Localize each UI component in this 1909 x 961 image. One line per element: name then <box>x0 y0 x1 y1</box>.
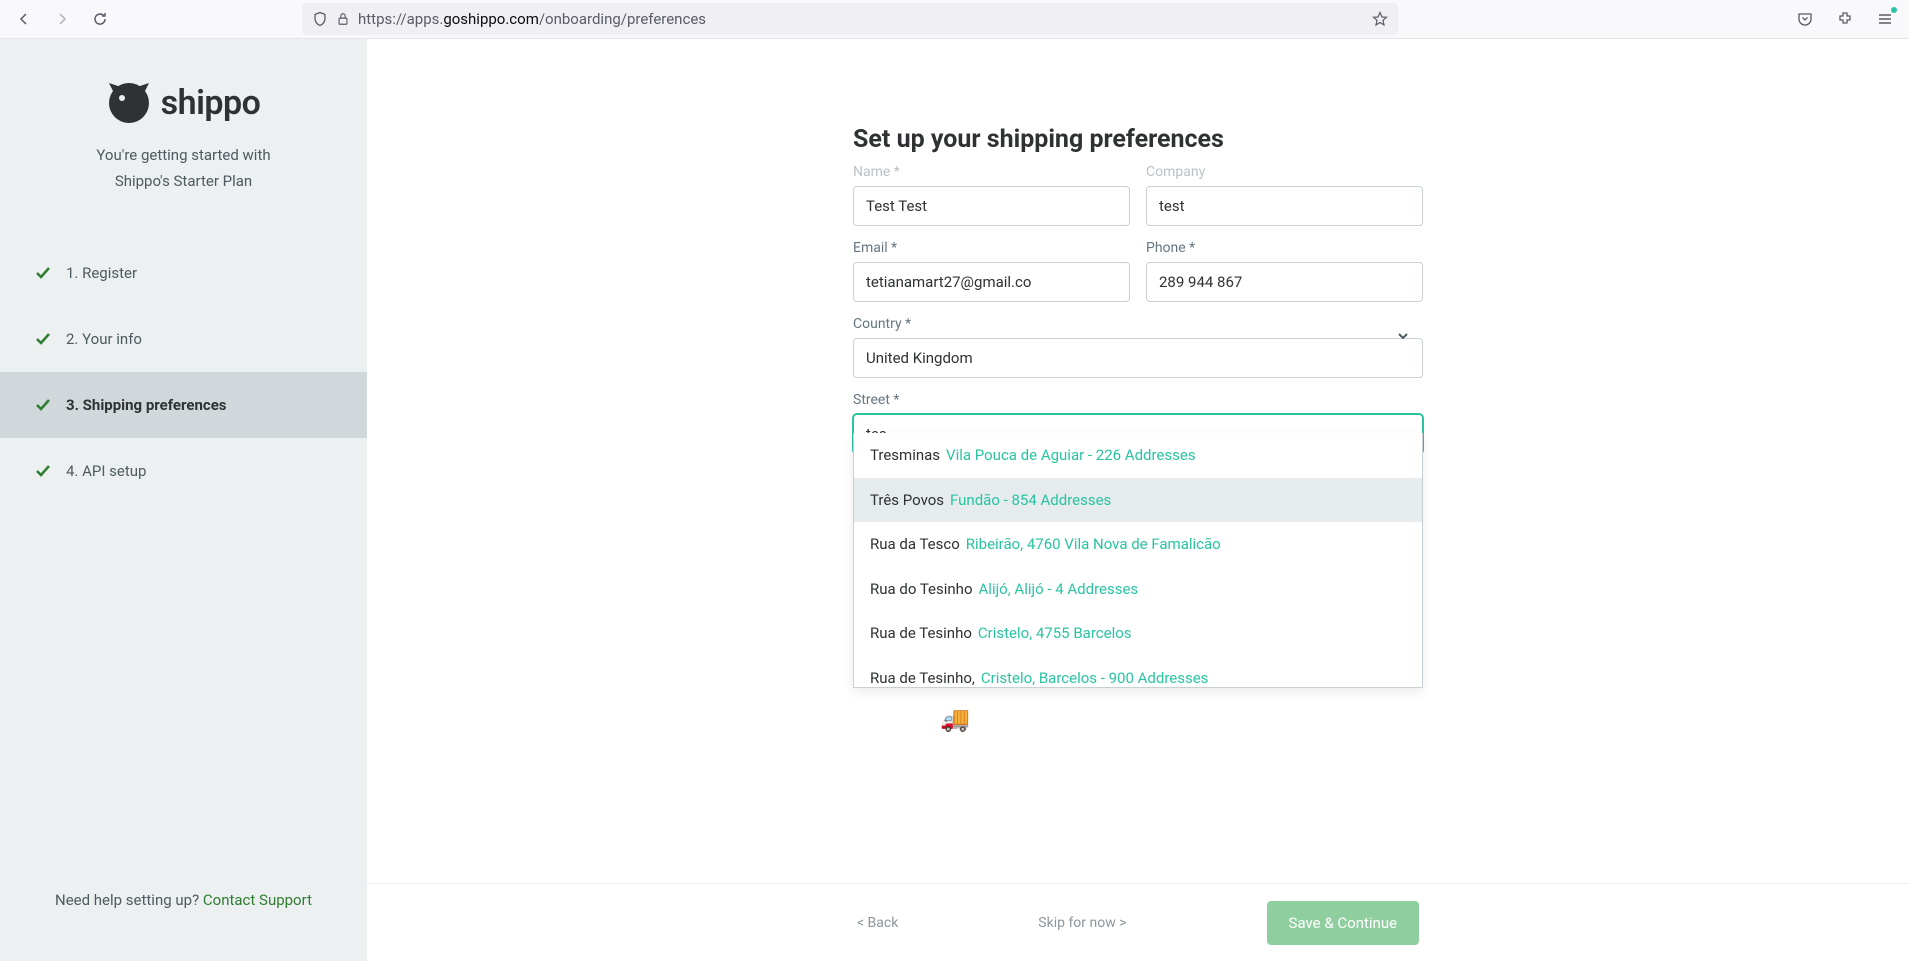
save-continue-button[interactable]: Save & Continue <box>1267 901 1420 945</box>
check-icon <box>34 330 52 348</box>
check-icon <box>34 264 52 282</box>
shippo-logo: shippo <box>0 81 367 125</box>
pocket-icon[interactable] <box>1789 3 1821 35</box>
phone-label: Phone * <box>1146 240 1423 256</box>
autocomplete-item[interactable]: Rua de Tesinho,Cristelo, Barcelos - 900 … <box>854 656 1422 689</box>
back-button[interactable] <box>8 3 40 35</box>
street-label: Street * <box>853 392 1423 408</box>
step-label: 3. Shipping preferences <box>66 396 227 414</box>
name-label: Name * <box>853 164 1130 180</box>
autocomplete-item[interactable]: TresminasVila Pouca de Aguiar - 226 Addr… <box>854 433 1422 478</box>
back-link[interactable]: < Back <box>857 915 898 931</box>
check-icon <box>34 396 52 414</box>
step-shipping-preferences[interactable]: 3. Shipping preferences <box>0 372 367 438</box>
step-label: 4. API setup <box>66 462 146 480</box>
forward-button[interactable] <box>46 3 78 35</box>
notification-dot-icon <box>1891 7 1897 13</box>
step-register[interactable]: 1. Register <box>0 240 367 306</box>
country-label: Country * <box>853 316 1423 332</box>
step-label: 2. Your info <box>66 330 142 348</box>
email-input[interactable] <box>853 262 1130 302</box>
extensions-icon[interactable] <box>1829 3 1861 35</box>
truck-icon: 🚚 <box>940 705 970 733</box>
logo-text: shippo <box>161 83 261 123</box>
page-title: Set up your shipping preferences <box>853 125 1423 154</box>
main-content: Set up your shipping preferences Name * … <box>367 39 1909 961</box>
company-label: Company <box>1146 164 1423 180</box>
skip-link[interactable]: Skip for now > <box>1038 915 1126 931</box>
autocomplete-item[interactable]: Rua da TescoRibeirão, 4760 Vila Nova de … <box>854 522 1422 567</box>
phone-input[interactable] <box>1146 262 1423 302</box>
url-text: https://apps.goshippo.com/onboarding/pre… <box>358 10 1364 28</box>
address-autocomplete-dropdown[interactable]: TresminasVila Pouca de Aguiar - 226 Addr… <box>853 433 1423 688</box>
shippo-logo-icon <box>107 81 151 125</box>
step-label: 1. Register <box>66 264 137 282</box>
browser-toolbar: https://apps.goshippo.com/onboarding/pre… <box>0 0 1909 39</box>
reload-button[interactable] <box>84 3 116 35</box>
onboarding-sidebar: shippo You're getting started with Shipp… <box>0 39 367 961</box>
name-input[interactable] <box>853 186 1130 226</box>
help-text: Need help setting up? Contact Support <box>0 891 367 909</box>
plan-subtitle: You're getting started with Shippo's Sta… <box>0 143 367 194</box>
shield-icon <box>312 11 328 27</box>
step-your-info[interactable]: 2. Your info <box>0 306 367 372</box>
url-bar[interactable]: https://apps.goshippo.com/onboarding/pre… <box>302 3 1398 35</box>
autocomplete-item[interactable]: Rua de TesinhoCristelo, 4755 Barcelos <box>854 611 1422 656</box>
form-footer: < Back Skip for now > Save & Continue <box>367 883 1909 961</box>
contact-support-link[interactable]: Contact Support <box>203 891 312 909</box>
company-input[interactable] <box>1146 186 1423 226</box>
country-select[interactable] <box>853 338 1423 378</box>
menu-icon[interactable] <box>1869 3 1901 35</box>
email-label: Email * <box>853 240 1130 256</box>
bookmark-star-icon[interactable] <box>1372 11 1388 27</box>
check-icon <box>34 462 52 480</box>
autocomplete-item[interactable]: Três PovosFundão - 854 Addresses <box>854 478 1422 523</box>
autocomplete-item[interactable]: Rua do TesinhoAlijó, Alijó - 4 Addresses <box>854 567 1422 612</box>
lock-icon <box>336 12 350 26</box>
step-api-setup[interactable]: 4. API setup <box>0 438 367 504</box>
